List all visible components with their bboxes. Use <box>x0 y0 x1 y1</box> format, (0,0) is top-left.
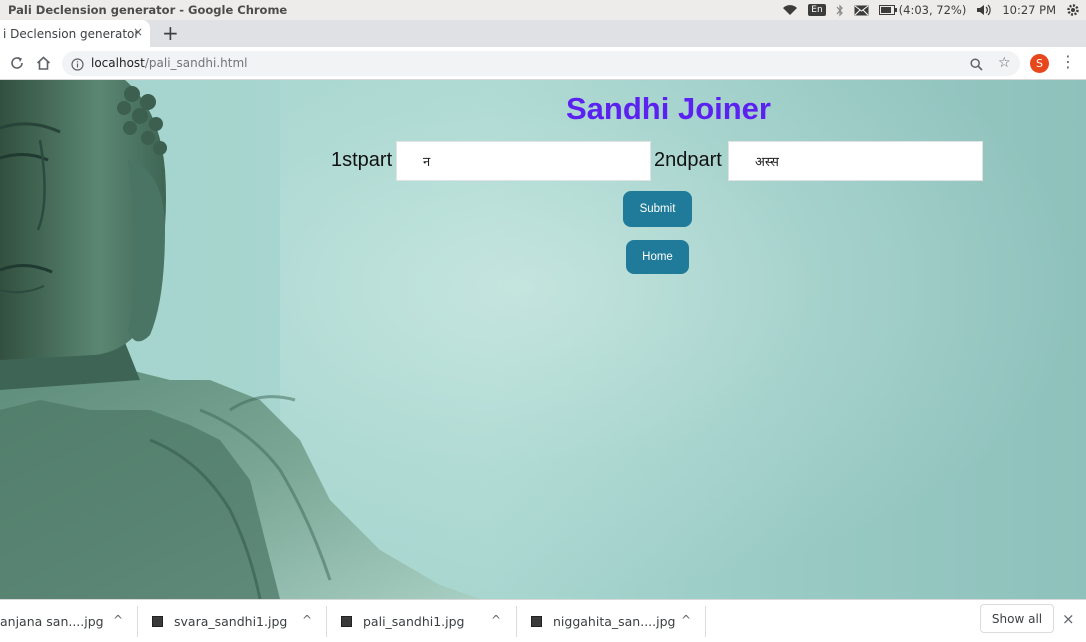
bluetooth-icon[interactable] <box>836 4 844 17</box>
page-title: Sandhi Joiner <box>566 91 771 126</box>
chevron-up-icon[interactable]: ^ <box>491 613 501 627</box>
download-filename: anjana san....jpg <box>0 614 104 629</box>
wifi-icon[interactable] <box>782 4 798 16</box>
home-button[interactable]: Home <box>626 240 689 274</box>
first-part-label: 1stpart <box>331 149 393 171</box>
browser-toolbar: localhost/pali_sandhi.html ☆ S ⋮ <box>0 47 1086 80</box>
profile-avatar[interactable]: S <box>1030 54 1049 73</box>
bookmark-star-icon[interactable]: ☆ <box>998 55 1011 71</box>
reload-icon[interactable] <box>7 53 27 73</box>
file-icon <box>341 616 352 627</box>
close-icon[interactable]: × <box>1062 610 1075 628</box>
os-top-bar: Pali Declension generator - Google Chrom… <box>0 0 1086 20</box>
divider <box>705 606 706 637</box>
tab-title: i Declension generator <box>3 26 140 41</box>
second-part-input[interactable] <box>728 141 983 181</box>
divider <box>516 606 517 637</box>
download-item[interactable]: pali_sandhi1.jpg <box>341 600 464 642</box>
url-host: localhost <box>91 56 145 70</box>
new-tab-button[interactable]: + <box>162 22 179 44</box>
tab-strip: i Declension generator × + <box>0 20 1086 47</box>
search-icon[interactable] <box>970 56 983 75</box>
file-icon <box>152 616 163 627</box>
battery-indicator[interactable]: (4:03, 72%) <box>878 3 967 17</box>
url-path: /pali_sandhi.html <box>144 56 248 70</box>
chevron-up-icon[interactable]: ^ <box>302 613 312 627</box>
second-part-label: 2ndpart <box>654 149 722 171</box>
chevron-up-icon[interactable]: ^ <box>113 613 123 627</box>
tab-close-icon[interactable]: × <box>133 25 143 39</box>
window-title: Pali Declension generator - Google Chrom… <box>8 3 288 17</box>
download-shelf: anjana san....jpg ^ svara_sandhi1.jpg ^ … <box>0 599 1086 642</box>
tab-active[interactable]: i Declension generator × <box>0 20 150 47</box>
site-info-icon[interactable] <box>71 56 84 75</box>
divider <box>137 606 138 637</box>
volume-icon[interactable] <box>976 4 992 16</box>
input-method-indicator[interactable]: En <box>808 4 826 16</box>
chevron-up-icon[interactable]: ^ <box>681 613 691 627</box>
url-text: localhost/pali_sandhi.html <box>91 56 247 70</box>
battery-status: (4:03, 72%) <box>898 3 967 17</box>
download-filename: svara_sandhi1.jpg <box>174 614 288 629</box>
download-filename: niggahita_san....jpg <box>553 614 676 629</box>
clock[interactable]: 10:27 PM <box>1002 3 1056 17</box>
menu-dots-icon[interactable]: ⋮ <box>1060 52 1076 72</box>
mail-icon[interactable] <box>854 5 869 16</box>
first-part-input[interactable] <box>396 141 651 181</box>
divider <box>326 606 327 637</box>
download-filename: pali_sandhi1.jpg <box>363 614 465 629</box>
system-tray: En (4:03, 72%) 10:27 PM <box>782 0 1080 20</box>
show-all-button[interactable]: Show all <box>980 604 1054 633</box>
page-content: Sandhi Joiner 1stpart 2ndpart Submit Hom… <box>0 80 1086 599</box>
download-item[interactable]: anjana san....jpg <box>0 600 104 642</box>
download-item[interactable]: svara_sandhi1.jpg <box>152 600 287 642</box>
file-icon <box>531 616 542 627</box>
download-item[interactable]: niggahita_san....jpg <box>531 600 675 642</box>
home-icon[interactable] <box>33 53 53 73</box>
address-bar[interactable]: localhost/pali_sandhi.html ☆ <box>62 51 1020 76</box>
submit-button[interactable]: Submit <box>623 191 692 227</box>
gear-icon[interactable] <box>1066 3 1080 17</box>
